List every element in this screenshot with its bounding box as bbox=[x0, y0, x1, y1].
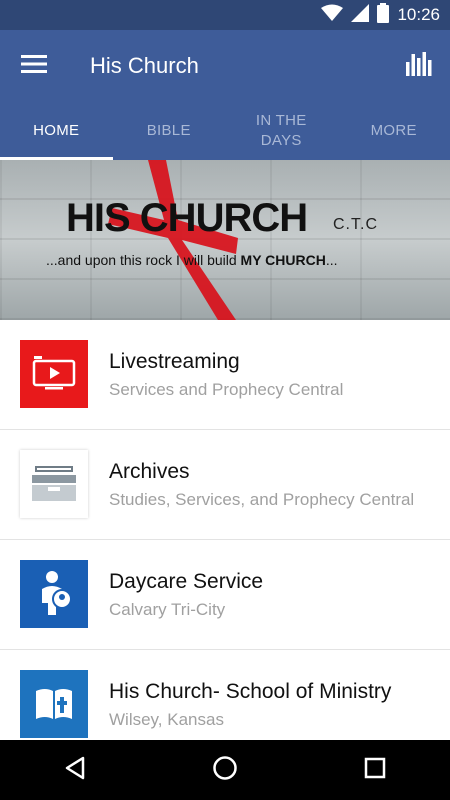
tagline-end: ... bbox=[325, 252, 338, 268]
app-bar: His Church bbox=[0, 30, 450, 102]
nav-recents-button[interactable] bbox=[345, 740, 405, 800]
battery-icon bbox=[377, 2, 390, 28]
list-item-archives[interactable]: Archives Studies, Services, and Prophecy… bbox=[0, 430, 450, 540]
home-circle-icon bbox=[212, 755, 238, 786]
tab-bible[interactable]: BIBLE bbox=[113, 102, 226, 160]
banner-tagline: ...and upon this rock I will build MY CH… bbox=[46, 252, 338, 268]
tab-more[interactable]: MORE bbox=[338, 102, 450, 160]
bar-chart-icon bbox=[406, 51, 432, 81]
banner-title-suffix: C.T.C bbox=[333, 216, 378, 233]
tagline-bold: MY CHURCH bbox=[240, 252, 326, 268]
banner-title: HIS CHURCH bbox=[66, 196, 308, 240]
item-title: Daycare Service bbox=[109, 570, 264, 593]
hamburger-menu-icon bbox=[21, 54, 47, 79]
list-item-livestreaming[interactable]: Livestreaming Services and Prophecy Cent… bbox=[0, 320, 450, 430]
archive-box-icon bbox=[20, 450, 88, 518]
status-icons: 10:26 bbox=[321, 2, 440, 28]
stats-button[interactable] bbox=[402, 48, 436, 84]
system-nav-bar bbox=[0, 740, 450, 800]
item-title: His Church- School of Ministry bbox=[109, 680, 392, 703]
list-item-daycare[interactable]: Daycare Service Calvary Tri-City bbox=[0, 540, 450, 650]
app-title: His Church bbox=[90, 53, 199, 78]
nav-back-button[interactable] bbox=[45, 740, 105, 800]
bible-cross-icon bbox=[20, 670, 88, 738]
item-subtitle: Services and Prophecy Central bbox=[109, 380, 344, 399]
cell-signal-icon bbox=[351, 3, 370, 27]
recents-square-icon bbox=[364, 757, 386, 784]
menu-button[interactable] bbox=[14, 48, 54, 84]
item-subtitle: Calvary Tri-City bbox=[109, 600, 226, 619]
tab-in-the-days[interactable]: IN THE DAYS bbox=[225, 102, 338, 160]
church-banner: HIS CHURCH C.T.C ...and upon this rock I… bbox=[0, 160, 450, 320]
item-subtitle: Studies, Services, and Prophecy Central bbox=[109, 490, 415, 509]
tagline-start: ...and upon this rock I will build bbox=[46, 252, 241, 268]
nav-home-button[interactable] bbox=[195, 740, 255, 800]
wifi-icon bbox=[321, 4, 344, 27]
item-title: Livestreaming bbox=[109, 350, 240, 373]
item-subtitle: Wilsey, Kansas bbox=[109, 710, 224, 729]
item-list: Livestreaming Services and Prophecy Cent… bbox=[0, 320, 450, 760]
mother-child-icon bbox=[20, 560, 88, 628]
tab-home[interactable]: HOME bbox=[0, 102, 113, 160]
back-icon bbox=[64, 756, 86, 785]
tab-bar: HOME BIBLE IN THE DAYS MORE bbox=[0, 102, 450, 160]
status-bar: 10:26 bbox=[0, 0, 450, 30]
status-time: 10:26 bbox=[397, 5, 440, 24]
live-tv-icon bbox=[20, 340, 88, 408]
item-title: Archives bbox=[109, 460, 190, 483]
